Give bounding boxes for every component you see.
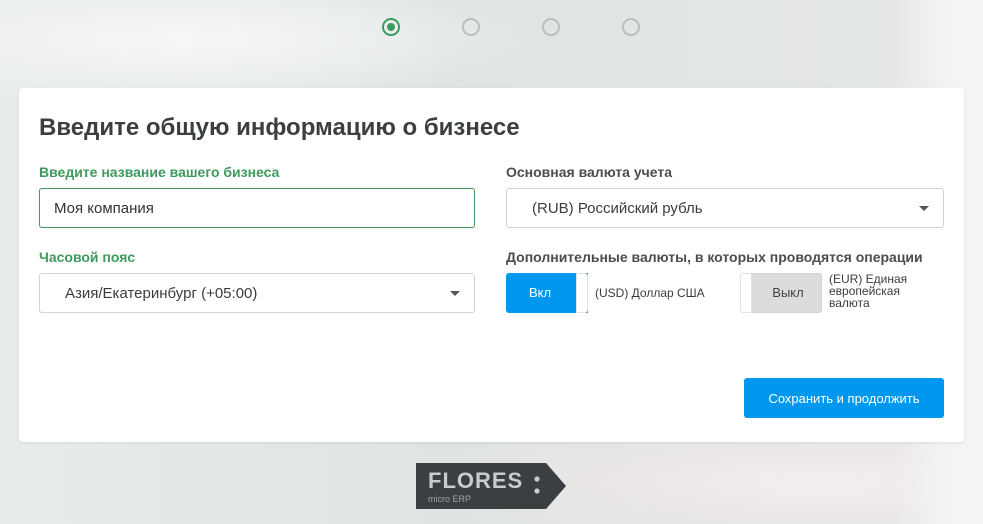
eur-toggle[interactable]: Выкл [740, 273, 822, 313]
step-indicator-2 [462, 18, 480, 36]
toggle-knob [740, 273, 752, 313]
save-and-continue-button[interactable]: Сохранить и продолжить [744, 378, 944, 418]
step-indicator-3 [542, 18, 560, 36]
logo-subtitle: micro ERP [428, 494, 472, 504]
usd-currency-label: (USD) Доллар США [595, 286, 705, 300]
additional-currencies-label: Дополнительные валюты, в которых проводя… [506, 249, 923, 265]
step-indicator-4 [622, 18, 640, 36]
toggle-on-label: Вкл [528, 285, 552, 300]
page-title: Введите общую информацию о бизнесе [39, 114, 520, 141]
base-currency-select[interactable]: (RUB) Российский рубль [506, 188, 944, 228]
eur-currency-label: (EUR) Единая европейская валюта [829, 273, 907, 309]
background-blur [0, 0, 520, 100]
business-name-label: Введите название вашего бизнеса [39, 164, 280, 180]
caret-down-icon [919, 206, 929, 211]
base-currency-value: (RUB) Российский рубль [532, 200, 703, 217]
flores-logo: FLORES micro ERP [416, 463, 566, 509]
base-currency-label: Основная валюта учета [506, 164, 672, 180]
eur-currency-line: валюта [829, 296, 870, 310]
step-indicator-1 [382, 18, 400, 36]
toggle-knob [576, 273, 588, 313]
caret-down-icon [450, 291, 460, 296]
logo-name: FLORES [428, 468, 524, 493]
toggle-off-label: Выкл [772, 285, 804, 300]
timezone-label: Часовой пояс [39, 249, 136, 265]
business-info-card: Введите общую информацию о бизнесе Введи… [19, 88, 964, 442]
timezone-select[interactable]: Азия/Екатеринбург (+05:00) [39, 273, 475, 313]
business-name-input[interactable] [39, 188, 475, 228]
usd-toggle[interactable]: Вкл [506, 273, 588, 313]
timezone-value: Азия/Екатеринбург (+05:00) [65, 285, 258, 302]
